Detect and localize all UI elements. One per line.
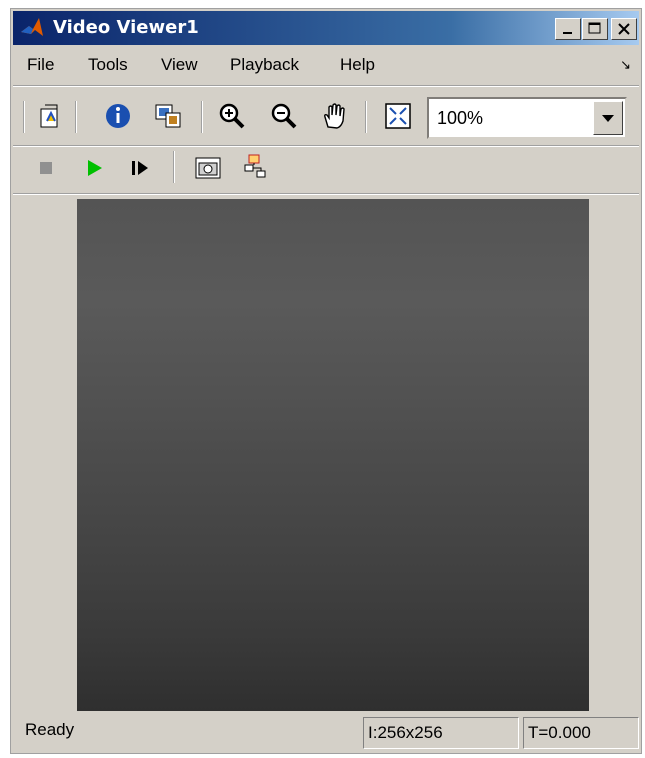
menu-dock-arrow-icon[interactable]: ↘ (620, 58, 631, 73)
image-size-field: I:256x256 (363, 717, 519, 749)
menu-view[interactable]: View (161, 55, 198, 75)
matlab-logo-icon (21, 18, 43, 36)
menu-tools[interactable]: Tools (88, 55, 128, 75)
stop-icon[interactable] (31, 153, 61, 183)
snapshot-camera-icon[interactable] (193, 153, 223, 183)
fit-to-window-icon[interactable] (383, 101, 413, 131)
toolbar-separator (365, 101, 367, 133)
divider (13, 85, 639, 87)
close-button[interactable] (611, 18, 637, 40)
menu-bar: File Tools View Playback Help ↘ (13, 49, 639, 79)
status-text: Ready (25, 720, 75, 739)
highlight-block-icon[interactable] (241, 153, 271, 183)
info-icon[interactable] (103, 101, 133, 131)
zoom-out-icon[interactable] (269, 101, 299, 131)
title-bar[interactable]: Video Viewer1 (13, 11, 639, 45)
chevron-down-icon (602, 115, 614, 122)
toolbar-separator (75, 101, 77, 133)
minimize-button[interactable] (555, 18, 581, 40)
divider (13, 193, 639, 195)
maximize-button[interactable] (582, 18, 608, 40)
step-forward-icon[interactable] (125, 153, 155, 183)
open-icon[interactable] (35, 101, 65, 131)
toolbar-playback (13, 149, 639, 193)
menu-file[interactable]: File (27, 55, 54, 75)
pan-hand-icon[interactable] (319, 101, 349, 131)
toolbar-separator (201, 101, 203, 133)
status-bar: Ready I:256x256 T=0.000 (13, 717, 639, 751)
copy-image-icon[interactable] (153, 101, 183, 131)
window-title: Video Viewer1 (53, 17, 199, 38)
video-viewer-window: Video Viewer1 File Tools View Playback H… (10, 8, 642, 754)
zoom-value: 100% (437, 108, 484, 128)
toolbar-separator (173, 151, 175, 183)
play-icon[interactable] (79, 153, 109, 183)
video-frame[interactable] (77, 199, 589, 711)
time-field: T=0.000 (523, 717, 639, 749)
toolbar-separator (23, 101, 25, 133)
minimize-icon (563, 32, 572, 34)
zoom-dropdown-button[interactable] (593, 101, 623, 135)
divider (13, 145, 639, 147)
maximize-icon (588, 22, 601, 34)
zoom-select[interactable]: 100% (427, 97, 627, 139)
close-icon (618, 23, 630, 35)
menu-help[interactable]: Help (340, 55, 375, 75)
zoom-in-icon[interactable] (217, 101, 247, 131)
menu-playback[interactable]: Playback (230, 55, 299, 75)
